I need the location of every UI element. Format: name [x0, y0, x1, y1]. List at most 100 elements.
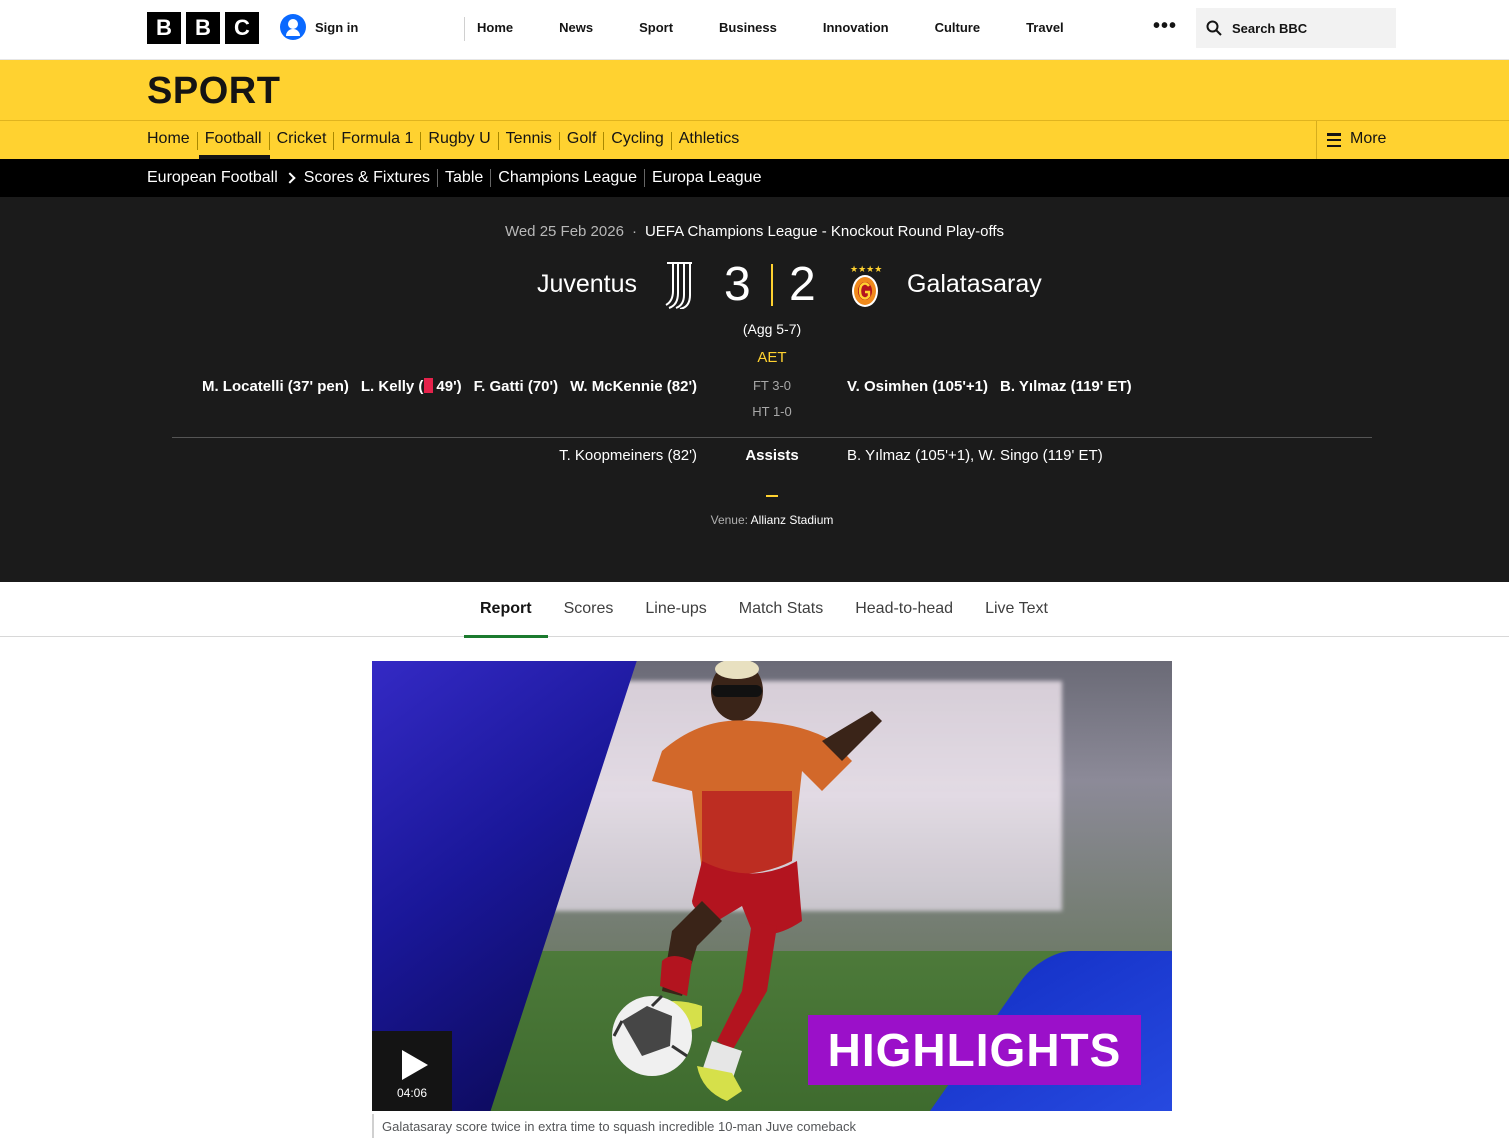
bbc-masthead: B B C Sign in Home News Sport Business I… [0, 0, 1509, 60]
aggregate-score: (Agg 5-7) [742, 321, 802, 337]
half-time-score: HT 1-0 [752, 404, 792, 419]
global-nav-sport[interactable]: Sport [627, 17, 673, 41]
sport-nav-formula-1[interactable]: Formula 1 [341, 121, 413, 159]
nav-divider [490, 169, 492, 187]
user-icon [280, 14, 306, 40]
match-meta: Wed 25 Feb 2026 · UEFA Champions League - … [0, 223, 1509, 240]
logo-letter: C [225, 12, 259, 44]
sport-nav-cricket[interactable]: Cricket [277, 121, 327, 159]
global-nav-culture[interactable]: Culture [923, 17, 981, 41]
red-card-player: L. Kelly ( [360, 378, 424, 395]
meta-separator: · [631, 223, 637, 240]
tab-live-text[interactable]: Live Text [969, 582, 1064, 637]
tab-head-to-head[interactable]: Head-to-head [839, 582, 969, 637]
video-duration: 04:06 [396, 1086, 428, 1100]
nav-divider [196, 132, 198, 150]
nav-divider [644, 169, 646, 187]
sign-in-link[interactable]: Sign in [280, 14, 358, 40]
bbc-logo[interactable]: B B C [147, 12, 259, 44]
nav-divider [333, 132, 335, 150]
venue-label: Venue: [710, 513, 748, 527]
away-events: V. Osimhen (105'+1) B. Yılmaz (119' ET) [847, 378, 1132, 395]
tab-line-ups[interactable]: Line-ups [629, 582, 722, 637]
home-event: W. McKennie (82') [570, 378, 697, 395]
accent-line [766, 495, 778, 497]
venue-name: Allianz Stadium [750, 513, 834, 527]
subnav-scores-fixtures[interactable]: Scores & Fixtures [304, 169, 430, 187]
global-nav: Home News Sport Business Innovation Cult… [464, 17, 1098, 41]
subnav-champions-league[interactable]: Champions League [498, 169, 637, 187]
nav-divider [497, 132, 499, 150]
subnav-table[interactable]: Table [445, 169, 483, 187]
galatasaray-crest-icon: ★★★★ [850, 265, 882, 307]
away-event: V. Osimhen (105'+1) [847, 378, 988, 395]
tab-report[interactable]: Report [464, 582, 548, 638]
highlights-overlay: HIGHLIGHTS [808, 1015, 1141, 1085]
home-team-name[interactable]: Juventus [537, 270, 637, 299]
sport-nav-football[interactable]: Football [198, 121, 270, 159]
logo-letter: B [147, 12, 181, 44]
tab-scores[interactable]: Scores [548, 582, 630, 637]
video-caption: Galatasaray score twice in extra time to… [372, 1114, 856, 1138]
nav-divider [420, 132, 422, 150]
global-nav-travel[interactable]: Travel [1014, 17, 1064, 41]
play-button[interactable]: 04:06 [372, 1031, 452, 1111]
sport-header: SPORT [0, 60, 1509, 121]
sport-nav-athletics[interactable]: Athletics [679, 121, 739, 159]
sport-nav-tennis[interactable]: Tennis [506, 121, 552, 159]
more-sports-button[interactable]: More [1316, 121, 1509, 159]
away-event: B. Yılmaz (119' ET) [1000, 378, 1132, 395]
match-status: AET [757, 349, 787, 366]
global-nav-innovation[interactable]: Innovation [811, 17, 889, 41]
sport-nav-golf[interactable]: Golf [567, 121, 596, 159]
nav-divider [437, 169, 439, 187]
home-score: 3 [724, 258, 751, 311]
tab-match-stats[interactable]: Match Stats [723, 582, 839, 637]
svg-text:★★★★: ★★★★ [850, 265, 882, 275]
home-events: M. Locatelli (37' pen) L. Kelly ( 49') F.… [202, 378, 697, 395]
global-nav-business[interactable]: Business [707, 17, 777, 41]
more-menu-icon[interactable]: ••• [1153, 16, 1177, 36]
sport-nav-cycling[interactable]: Cycling [611, 121, 663, 159]
search-box[interactable]: Search BBC [1196, 8, 1396, 48]
nav-divider [558, 132, 560, 150]
sport-nav: Home Football Cricket Formula 1 Rugby U … [0, 121, 1509, 159]
match-header: Wed 25 Feb 2026 · UEFA Champions League - … [0, 197, 1509, 582]
venue: Venue: Allianz Stadium [0, 513, 1509, 527]
search-placeholder: Search BBC [1232, 20, 1308, 36]
football-subnav: European Football Scores & Fixtures Tabl… [0, 159, 1509, 197]
sport-nav-rugby-u[interactable]: Rugby U [428, 121, 490, 159]
away-assists: B. Yılmaz (105'+1), W. Singo (119' ET) [847, 447, 1103, 464]
home-event: M. Locatelli (37' pen) [201, 378, 349, 395]
home-event: F. Gatti (70') [473, 378, 559, 395]
juventus-crest-icon [665, 262, 692, 309]
play-icon [402, 1050, 428, 1080]
hamburger-icon [1327, 133, 1341, 147]
subnav-parent[interactable]: European Football [147, 169, 278, 187]
score-divider [771, 264, 773, 306]
away-score: 2 [789, 258, 816, 311]
match-tabs: Report Scores Line-ups Match Stats Head-… [0, 582, 1509, 638]
red-card-time: 49') [436, 378, 462, 395]
events-divider [172, 437, 1372, 438]
global-nav-home[interactable]: Home [465, 17, 513, 41]
sport-title[interactable]: SPORT [147, 70, 280, 113]
competition-link[interactable]: UEFA Champions League - Knockout Round P… [645, 223, 1004, 240]
sign-in-label: Sign in [315, 19, 359, 35]
highlights-video[interactable]: HIGHLIGHTS 04:06 [372, 661, 1172, 1111]
subnav-europa-league[interactable]: Europa League [652, 169, 761, 187]
more-label: More [1350, 130, 1387, 147]
nav-divider [603, 132, 605, 150]
red-card-icon [424, 378, 434, 393]
assists-label: Assists [745, 447, 799, 464]
nav-divider [268, 132, 270, 150]
sport-nav-home[interactable]: Home [147, 121, 190, 159]
nav-divider [670, 132, 672, 150]
global-nav-news[interactable]: News [547, 17, 593, 41]
away-team-name[interactable]: Galatasaray [907, 270, 1042, 299]
search-icon [1206, 20, 1222, 36]
chevron-right-icon [284, 172, 296, 184]
home-event-red-card: L. Kelly ( 49') [361, 378, 462, 395]
match-date: Wed 25 Feb 2026 [504, 223, 624, 240]
logo-letter: B [186, 12, 220, 44]
